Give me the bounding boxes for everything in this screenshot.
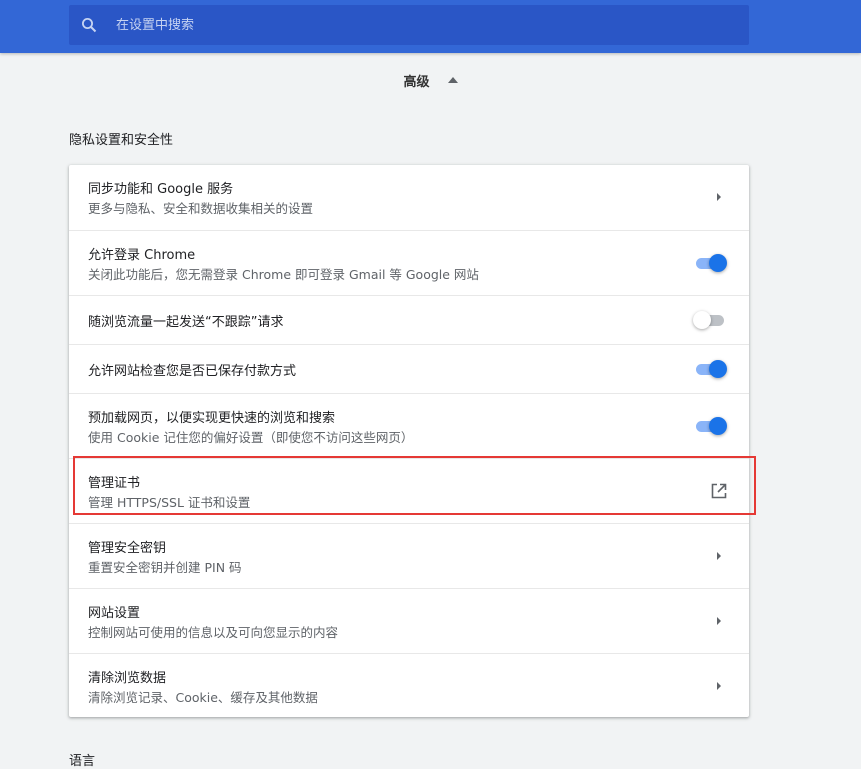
search-box[interactable]: [69, 5, 749, 45]
sync-google-services-row[interactable]: 同步功能和 Google 服务 更多与隐私、安全和数据收集相关的设置: [69, 165, 749, 230]
chevron-right-icon[interactable]: [715, 616, 723, 626]
allow-chrome-signin-toggle[interactable]: [693, 253, 729, 273]
payment-methods-check-toggle[interactable]: [693, 359, 729, 379]
manage-certificates-row[interactable]: 管理证书 管理 HTTPS/SSL 证书和设置: [69, 458, 749, 523]
privacy-section-title: 隐私设置和安全性: [69, 133, 174, 148]
settings-toolbar: [0, 0, 861, 53]
do-not-track-toggle[interactable]: [693, 310, 729, 330]
manage-security-keys-row[interactable]: 管理安全密钥 重置安全密钥并创建 PIN 码: [69, 523, 749, 588]
row-subtitle: 更多与隐私、安全和数据收集相关的设置: [88, 201, 314, 216]
row-title: 允许登录 Chrome: [88, 248, 196, 263]
chevron-right-icon[interactable]: [715, 551, 723, 561]
row-title: 随浏览流量一起发送“不跟踪”请求: [88, 315, 284, 330]
payment-methods-check-row: 允许网站检查您是否已保存付款方式: [69, 344, 749, 393]
chevron-right-icon[interactable]: [715, 681, 723, 691]
row-title: 网站设置: [88, 606, 141, 621]
row-title: 允许网站检查您是否已保存付款方式: [88, 364, 297, 379]
row-subtitle: 使用 Cookie 记住您的偏好设置（即使您不访问这些网页）: [88, 430, 414, 445]
advanced-toggle[interactable]: 高级: [0, 68, 861, 92]
row-subtitle: 控制网站可使用的信息以及可向您显示的内容: [88, 625, 339, 640]
row-subtitle: 管理 HTTPS/SSL 证书和设置: [88, 495, 251, 510]
do-not-track-row: 随浏览流量一起发送“不跟踪”请求: [69, 295, 749, 344]
row-title: 清除浏览数据: [88, 671, 167, 686]
row-subtitle: 清除浏览记录、Cookie、缓存及其他数据: [88, 690, 318, 705]
search-input[interactable]: [114, 16, 678, 34]
allow-chrome-signin-row: 允许登录 Chrome 关闭此功能后，您无需登录 Chrome 即可登录 Gma…: [69, 230, 749, 295]
language-section-title: 语言: [69, 754, 96, 769]
row-subtitle: 重置安全密钥并创建 PIN 码: [88, 560, 242, 575]
external-link-icon[interactable]: [710, 482, 728, 500]
advanced-label[interactable]: 高级: [403, 71, 429, 90]
row-title: 管理安全密钥: [88, 541, 167, 556]
clear-browsing-data-row[interactable]: 清除浏览数据 清除浏览记录、Cookie、缓存及其他数据: [69, 653, 749, 717]
preload-pages-toggle[interactable]: [693, 416, 729, 436]
privacy-settings-card: 同步功能和 Google 服务 更多与隐私、安全和数据收集相关的设置 允许登录 …: [69, 165, 749, 717]
row-title: 预加载网页，以便实现更快速的浏览和搜索: [88, 411, 336, 426]
row-title: 管理证书: [88, 476, 141, 491]
arrow-up-icon[interactable]: [447, 75, 458, 85]
row-subtitle: 关闭此功能后，您无需登录 Chrome 即可登录 Gmail 等 Google …: [88, 267, 479, 282]
chevron-right-icon[interactable]: [715, 192, 723, 202]
row-title: 同步功能和 Google 服务: [88, 182, 234, 197]
preload-pages-row: 预加载网页，以便实现更快速的浏览和搜索 使用 Cookie 记住您的偏好设置（即…: [69, 393, 749, 458]
site-settings-row[interactable]: 网站设置 控制网站可使用的信息以及可向您显示的内容: [69, 588, 749, 653]
search-icon[interactable]: [81, 15, 101, 35]
